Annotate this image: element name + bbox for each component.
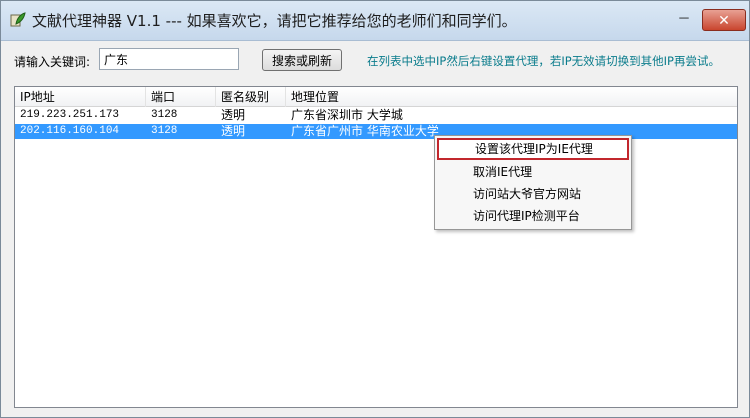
- row-location: 广东省广州市 华南农业大学: [291, 124, 439, 138]
- column-header-location[interactable]: 地理位置: [286, 87, 737, 107]
- context-menu: 设置该代理IP为IE代理 取消IE代理 访问站大爷官方网站 访问代理IP检测平台: [434, 135, 632, 230]
- menu-item-cancel-ie-proxy[interactable]: 取消IE代理: [437, 161, 629, 183]
- close-button[interactable]: ✕: [702, 9, 746, 31]
- list-header: IP地址 端口 匿名级别 地理位置: [15, 87, 737, 107]
- column-header-anonymity[interactable]: 匿名级别: [216, 87, 286, 107]
- search-refresh-button[interactable]: 搜索或刷新: [262, 49, 342, 71]
- app-window: 文献代理神器 V1.1 --- 如果喜欢它，请把它推荐给您的老师们和同学们。 －…: [0, 0, 750, 418]
- menu-item-visit-official-site[interactable]: 访问站大爷官方网站: [437, 183, 629, 205]
- menu-item-visit-proxy-checker[interactable]: 访问代理IP检测平台: [437, 205, 629, 227]
- usage-hint: 在列表中选中IP然后右键设置代理，若IP无效请切换到其他IP再尝试。: [367, 54, 720, 68]
- row-anonymity: 透明: [221, 108, 246, 122]
- row-ip: 219.223.251.173: [20, 109, 120, 121]
- row-port: 3128: [151, 109, 178, 121]
- row-ip: 202.116.160.104: [20, 125, 120, 137]
- row-port: 3128: [151, 125, 178, 137]
- row-anonymity: 透明: [221, 124, 246, 138]
- close-icon: ✕: [718, 13, 730, 29]
- app-leaf-icon: [10, 12, 26, 28]
- keyword-input[interactable]: [99, 48, 239, 70]
- minimize-icon: －: [677, 12, 691, 27]
- title-bar[interactable]: 文献代理神器 V1.1 --- 如果喜欢它，请把它推荐给您的老师们和同学们。 －…: [1, 1, 749, 41]
- table-row[interactable]: 219.223.251.173 3128 透明 广东省深圳市 大学城: [15, 108, 737, 123]
- window-title: 文献代理神器 V1.1 --- 如果喜欢它，请把它推荐给您的老师们和同学们。: [32, 12, 517, 30]
- menu-item-set-ie-proxy[interactable]: 设置该代理IP为IE代理: [437, 138, 629, 160]
- column-header-port[interactable]: 端口: [146, 87, 216, 107]
- minimize-button[interactable]: －: [671, 9, 697, 31]
- column-header-ip[interactable]: IP地址: [15, 87, 146, 107]
- row-location: 广东省深圳市 大学城: [291, 108, 403, 122]
- keyword-label: 请输入关键词:: [14, 55, 91, 69]
